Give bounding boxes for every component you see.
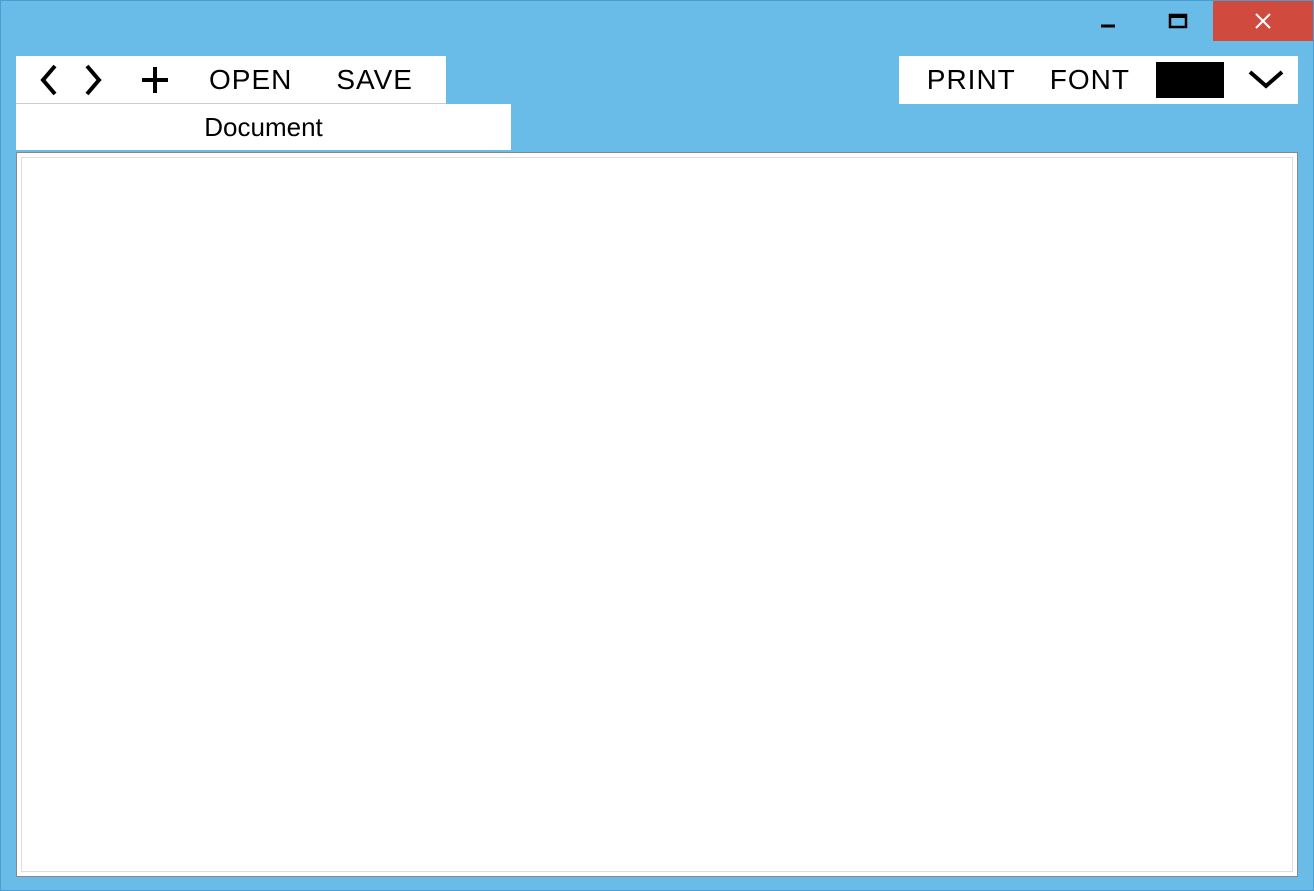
print-button[interactable]: PRINT <box>919 64 1024 96</box>
maximize-icon <box>1168 11 1188 31</box>
toolbar-left: OPEN SAVE <box>16 56 446 104</box>
font-button[interactable]: FONT <box>1042 64 1138 96</box>
color-dropdown-button[interactable] <box>1242 62 1290 98</box>
document-area[interactable] <box>16 152 1298 877</box>
toolbar: OPEN SAVE PRINT FONT <box>1 56 1313 104</box>
chevron-right-icon <box>79 62 107 98</box>
tab-row: Document <box>1 104 1313 150</box>
save-button[interactable]: SAVE <box>318 64 431 96</box>
forward-button[interactable] <box>75 62 111 98</box>
tab-label: Document <box>204 112 323 143</box>
document-content[interactable] <box>21 157 1293 872</box>
plus-icon <box>137 62 173 98</box>
close-icon <box>1253 11 1273 31</box>
minimize-icon <box>1099 12 1117 30</box>
maximize-button[interactable] <box>1143 1 1213 41</box>
titlebar <box>1 1 1313 41</box>
chevron-left-icon <box>35 62 63 98</box>
color-swatch[interactable] <box>1156 62 1224 98</box>
chevron-down-icon <box>1246 66 1286 94</box>
back-button[interactable] <box>31 62 67 98</box>
tab-document[interactable]: Document <box>16 104 511 150</box>
close-button[interactable] <box>1213 1 1313 41</box>
minimize-button[interactable] <box>1073 1 1143 41</box>
open-button[interactable]: OPEN <box>191 64 310 96</box>
add-button[interactable] <box>137 62 173 98</box>
toolbar-right: PRINT FONT <box>899 56 1298 104</box>
